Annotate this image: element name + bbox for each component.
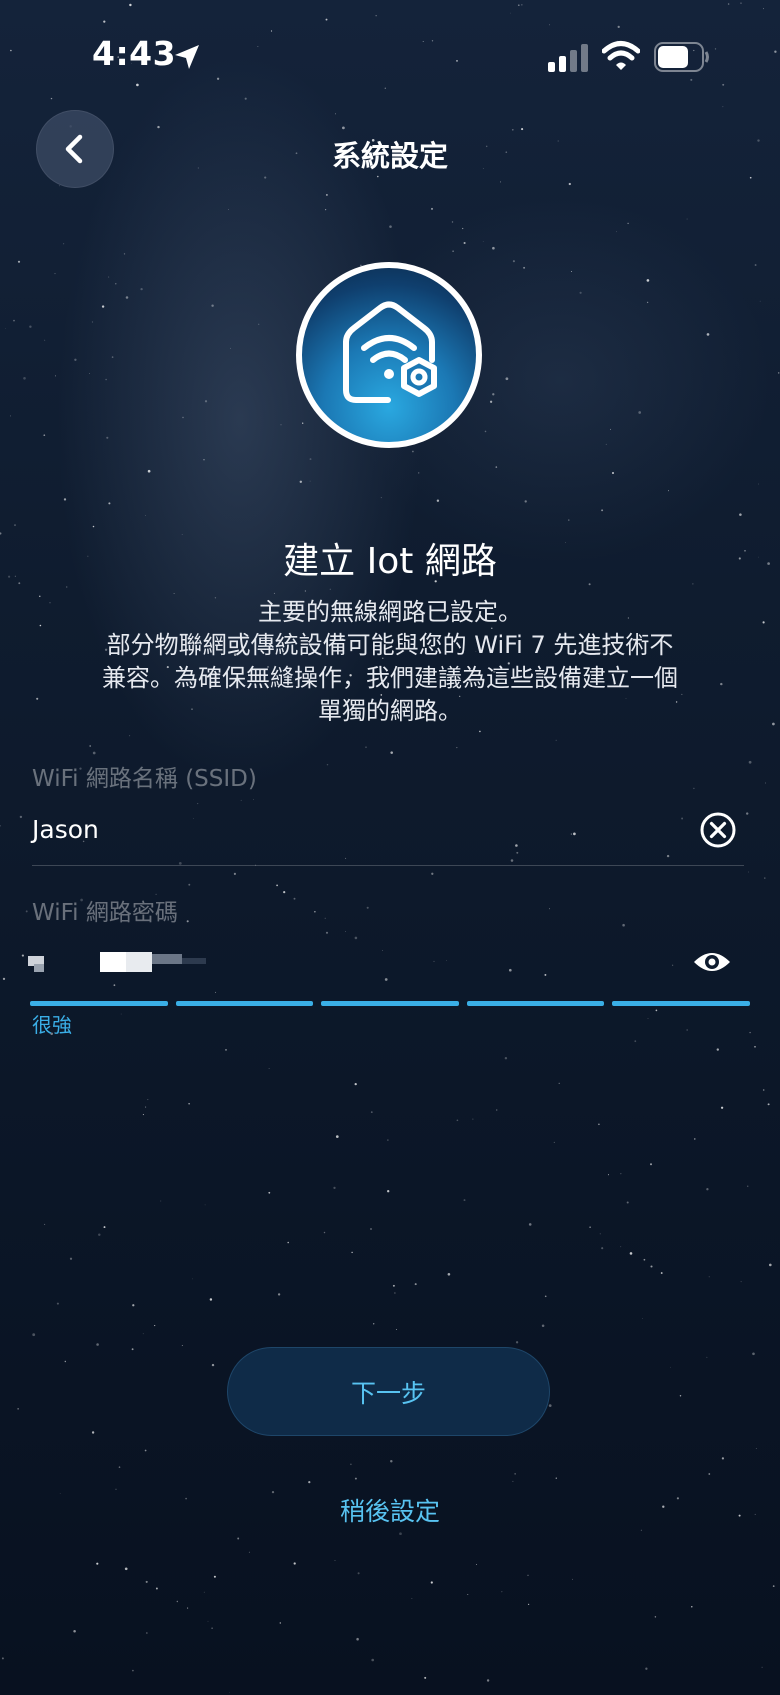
description: 主要的無線網路已設定。 部分物聯網或傳統設備可能與您的 WiFi 7 先進技術不…	[60, 596, 720, 728]
redacted-password	[28, 952, 206, 972]
battery-icon	[654, 42, 709, 72]
strength-segment	[175, 1001, 314, 1006]
home-wifi-settings-icon	[343, 301, 437, 403]
password-input[interactable]	[28, 948, 228, 978]
ssid-label: WiFi 網路名稱 (SSID)	[32, 766, 257, 792]
set-up-later-link[interactable]: 稍後設定	[0, 1492, 780, 1528]
strength-segment	[612, 1001, 750, 1006]
strength-segment	[30, 1001, 168, 1006]
strength-segment	[321, 1001, 459, 1006]
location-arrow-icon	[175, 45, 199, 69]
wifi-icon	[602, 41, 640, 70]
password-strength-label: 很強	[32, 1013, 72, 1037]
password-label: WiFi 網路密碼	[32, 900, 178, 926]
description-line: 主要的無線網路已設定。	[258, 598, 522, 626]
section-heading: 建立 Iot 網路	[283, 541, 497, 582]
starfield-background	[0, 2, 780, 1693]
cellular-signal-icon	[548, 44, 588, 72]
ssid-input[interactable]: Jason	[32, 815, 99, 844]
next-step-button[interactable]: 下一步	[227, 1347, 550, 1436]
page-title: 系統設定	[331, 139, 448, 173]
strength-segment	[466, 1001, 605, 1006]
description-line: 部分物聯網或傳統設備可能與您的 WiFi 7 先進技術不	[106, 631, 674, 659]
clear-circle-icon[interactable]	[698, 810, 738, 850]
eye-icon[interactable]	[692, 946, 732, 978]
description-line: 單獨的網路。	[318, 697, 462, 725]
ssid-underline	[32, 865, 744, 866]
status-time: 4:43	[92, 34, 177, 73]
description-line: 兼容。為確保無縫操作，我們建議為這些設備建立一個	[102, 664, 678, 692]
hero-badge	[296, 262, 482, 448]
